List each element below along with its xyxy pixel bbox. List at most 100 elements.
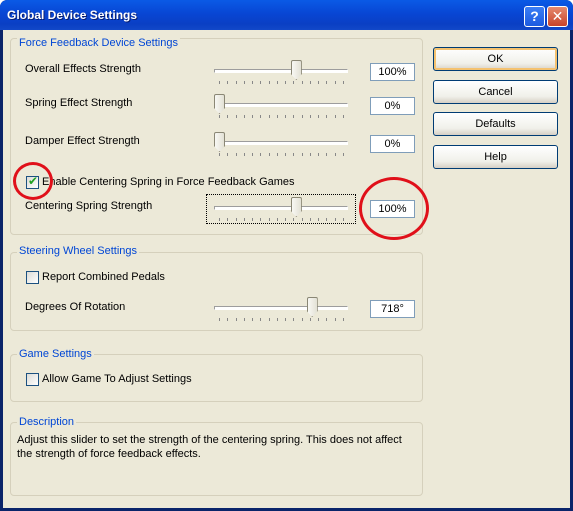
slider-tick bbox=[293, 115, 295, 118]
slider-tick bbox=[326, 318, 328, 321]
slider-tick bbox=[343, 153, 344, 156]
slider-tick bbox=[243, 218, 245, 221]
slider-tick bbox=[227, 218, 229, 221]
slider-tick bbox=[227, 153, 229, 156]
slider-tick bbox=[301, 218, 303, 221]
slider-tick bbox=[260, 115, 262, 118]
spring-effect-slider[interactable] bbox=[214, 92, 354, 120]
slider-tick bbox=[252, 218, 254, 221]
slider-thumb[interactable] bbox=[214, 94, 225, 114]
dialog-client-area: Force Feedback Device Settings Overall E… bbox=[3, 30, 570, 508]
slider-tick bbox=[243, 115, 245, 118]
allow-game-adjust-checkbox[interactable] bbox=[26, 373, 39, 386]
centering-spring-slider[interactable] bbox=[214, 195, 354, 223]
slider-thumb[interactable] bbox=[306, 297, 318, 317]
description-text: Adjust this slider to set the strength o… bbox=[17, 434, 402, 460]
slider-tick bbox=[309, 115, 311, 118]
slider-tick bbox=[219, 153, 220, 156]
slider-tick bbox=[276, 218, 278, 221]
slider-tick bbox=[276, 115, 278, 118]
slider-tick bbox=[334, 115, 336, 118]
overall-effects-slider[interactable] bbox=[214, 58, 354, 86]
title-bar[interactable]: Global Device Settings ? ✕ bbox=[0, 0, 573, 30]
damper-effect-value: 0% bbox=[370, 135, 415, 153]
slider-thumb[interactable] bbox=[214, 132, 225, 152]
damper-effect-label: Damper Effect Strength bbox=[25, 135, 140, 147]
allow-game-adjust-label[interactable]: Allow Game To Adjust Settings bbox=[42, 373, 192, 385]
slider-tick bbox=[252, 81, 254, 84]
slider-tick bbox=[276, 153, 278, 156]
slider-tick bbox=[260, 218, 262, 221]
slider-tick bbox=[293, 81, 295, 84]
slider-tick bbox=[334, 153, 336, 156]
overall-effects-value: 100% bbox=[370, 63, 415, 81]
slider-tick bbox=[260, 153, 262, 156]
slider-tick bbox=[268, 318, 270, 321]
report-combined-pedals-label[interactable]: Report Combined Pedals bbox=[42, 271, 165, 283]
slider-tick bbox=[285, 218, 287, 221]
help-button[interactable]: Help bbox=[433, 145, 558, 169]
slider-tick bbox=[318, 115, 320, 118]
slider-tick bbox=[276, 318, 278, 321]
slider-tick bbox=[227, 115, 229, 118]
slider-tick bbox=[268, 115, 270, 118]
slider-tick bbox=[326, 153, 328, 156]
close-icon[interactable]: ✕ bbox=[547, 6, 568, 27]
degrees-of-rotation-value: 718° bbox=[370, 300, 415, 318]
slider-tick bbox=[293, 318, 295, 321]
slider-tick bbox=[309, 153, 311, 156]
cancel-button[interactable]: Cancel bbox=[433, 80, 558, 104]
slider-thumb[interactable] bbox=[290, 60, 302, 80]
slider-tick bbox=[252, 153, 254, 156]
slider-tick bbox=[219, 218, 220, 221]
slider-tick bbox=[285, 115, 287, 118]
ok-button[interactable]: OK bbox=[433, 47, 558, 71]
slider-tick bbox=[309, 81, 311, 84]
slider-tick bbox=[285, 81, 287, 84]
help-icon[interactable]: ? bbox=[524, 6, 545, 27]
checkbox-annotation-circle bbox=[13, 162, 53, 200]
slider-thumb[interactable] bbox=[290, 197, 302, 217]
defaults-button[interactable]: Defaults bbox=[433, 112, 558, 136]
slider-tick bbox=[219, 318, 220, 321]
slider-tick bbox=[343, 218, 344, 221]
slider-tick bbox=[318, 318, 320, 321]
slider-tick bbox=[243, 318, 245, 321]
description-group-title: Description bbox=[17, 416, 77, 428]
spring-effect-label: Spring Effect Strength bbox=[25, 97, 133, 109]
slider-tick bbox=[235, 115, 237, 118]
slider-tick bbox=[326, 115, 328, 118]
slider-tick bbox=[252, 115, 254, 118]
game-group-title: Game Settings bbox=[17, 348, 94, 360]
enable-centering-spring-label[interactable]: Enable Centering Spring in Force Feedbac… bbox=[42, 176, 295, 188]
slider-tick bbox=[260, 81, 262, 84]
slider-tick bbox=[285, 153, 287, 156]
overall-effects-label: Overall Effects Strength bbox=[25, 63, 141, 75]
report-combined-pedals-checkbox[interactable] bbox=[26, 271, 39, 284]
slider-tick bbox=[301, 153, 303, 156]
slider-tick bbox=[343, 318, 344, 321]
slider-tick bbox=[252, 318, 254, 321]
slider-tick bbox=[326, 81, 328, 84]
slider-tick bbox=[243, 153, 245, 156]
spring-effect-value: 0% bbox=[370, 97, 415, 115]
slider-tick bbox=[235, 218, 237, 221]
slider-tick bbox=[235, 318, 237, 321]
degrees-of-rotation-label: Degrees Of Rotation bbox=[25, 301, 126, 313]
degrees-of-rotation-slider[interactable] bbox=[214, 295, 354, 323]
ffb-group-title: Force Feedback Device Settings bbox=[17, 37, 180, 49]
slider-tick bbox=[219, 115, 220, 118]
damper-effect-slider[interactable] bbox=[214, 130, 354, 158]
slider-tick bbox=[301, 318, 303, 321]
centering-spring-label: Centering Spring Strength bbox=[25, 200, 153, 212]
dialog-window: Global Device Settings ? ✕ Force Feedbac… bbox=[0, 0, 573, 511]
slider-tick bbox=[326, 218, 328, 221]
slider-tick bbox=[293, 153, 295, 156]
slider-tick bbox=[318, 218, 320, 221]
value-annotation-circle bbox=[359, 177, 429, 240]
slider-tick bbox=[318, 81, 320, 84]
slider-tick bbox=[293, 218, 295, 221]
slider-tick bbox=[285, 318, 287, 321]
slider-tick bbox=[268, 81, 270, 84]
slider-tick bbox=[235, 153, 237, 156]
